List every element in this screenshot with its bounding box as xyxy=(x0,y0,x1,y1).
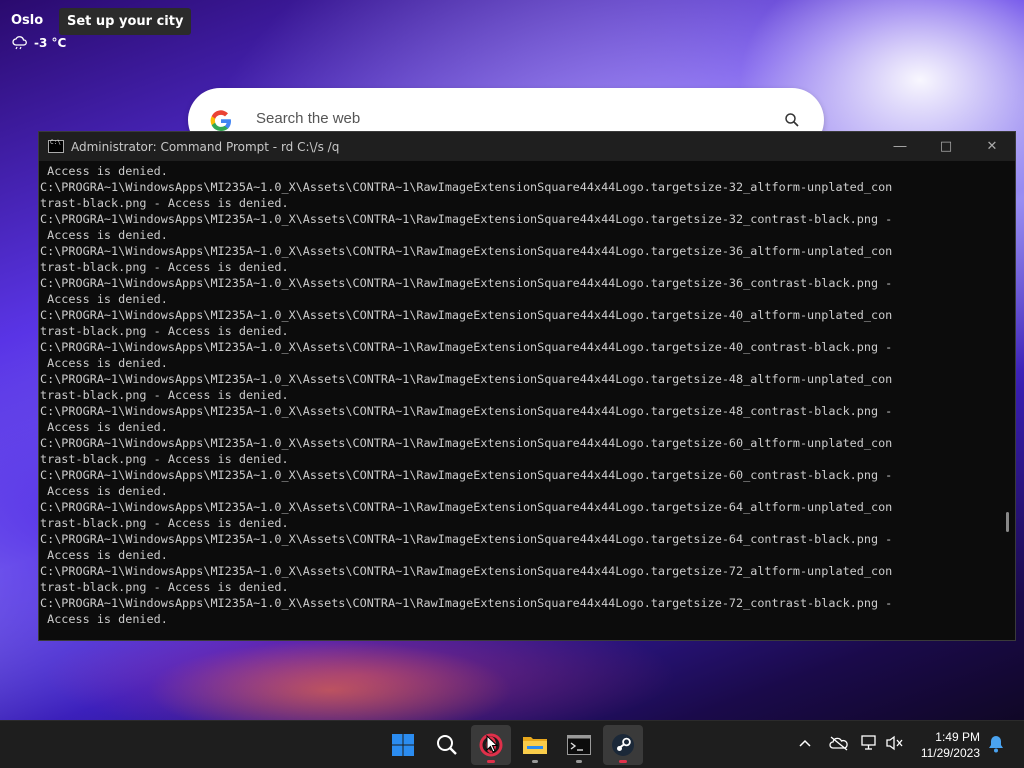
window-titlebar[interactable]: Administrator: Command Prompt - rd C:\/s… xyxy=(39,132,1015,161)
start-button[interactable] xyxy=(383,725,423,765)
notification-bell-icon[interactable] xyxy=(988,735,1004,753)
taskbar-search-button[interactable] xyxy=(427,725,467,765)
close-button[interactable]: ✕ xyxy=(969,132,1015,161)
search-icon[interactable] xyxy=(784,112,800,128)
onedrive-offline-icon[interactable] xyxy=(829,735,849,751)
folder-icon xyxy=(523,737,547,754)
google-logo-icon xyxy=(210,110,231,132)
window-title: Administrator: Command Prompt - rd C:\/s… xyxy=(71,139,340,154)
steam-icon xyxy=(612,734,634,756)
console-output[interactable]: Access is denied. C:\PROGRA~1\WindowsApp… xyxy=(39,161,998,639)
steam-button[interactable] xyxy=(603,725,643,765)
volume-muted-icon[interactable] xyxy=(886,735,904,751)
running-indicator xyxy=(532,760,538,763)
scrollbar-thumb[interactable] xyxy=(1006,512,1009,532)
running-indicator xyxy=(619,760,627,763)
command-prompt-taskbar-button[interactable] xyxy=(559,725,599,765)
running-indicator xyxy=(576,760,582,763)
weather-temperature-row[interactable]: -3 °C xyxy=(12,36,66,50)
cmd-app-icon xyxy=(48,139,64,153)
terminal-icon xyxy=(567,735,591,755)
weather-city[interactable]: Oslo xyxy=(11,13,43,28)
command-prompt-window[interactable]: Administrator: Command Prompt - rd C:\/s… xyxy=(38,131,1016,641)
network-icon[interactable] xyxy=(861,735,879,751)
file-explorer-button[interactable] xyxy=(515,725,555,765)
cloudy-icon xyxy=(12,36,27,50)
system-clock[interactable]: 1:49 PM 11/29/2023 xyxy=(921,729,980,761)
search-icon xyxy=(437,735,457,755)
taskbar: 1:49 PM 11/29/2023 xyxy=(0,720,1024,768)
minimize-button[interactable]: ― xyxy=(877,132,923,161)
running-indicator xyxy=(487,760,495,763)
clock-time: 1:49 PM xyxy=(935,730,980,744)
maximize-button[interactable]: □ xyxy=(923,132,969,161)
opera-gx-button[interactable] xyxy=(471,725,511,765)
weather-temperature: -3 °C xyxy=(34,36,67,50)
tooltip: Set up your city xyxy=(59,8,192,35)
search-placeholder: Search the web xyxy=(256,110,361,127)
clock-date: 11/29/2023 xyxy=(920,746,980,760)
mouse-cursor-icon xyxy=(486,735,498,753)
windows-logo-icon xyxy=(392,734,414,756)
chevron-up-icon[interactable] xyxy=(799,739,811,747)
